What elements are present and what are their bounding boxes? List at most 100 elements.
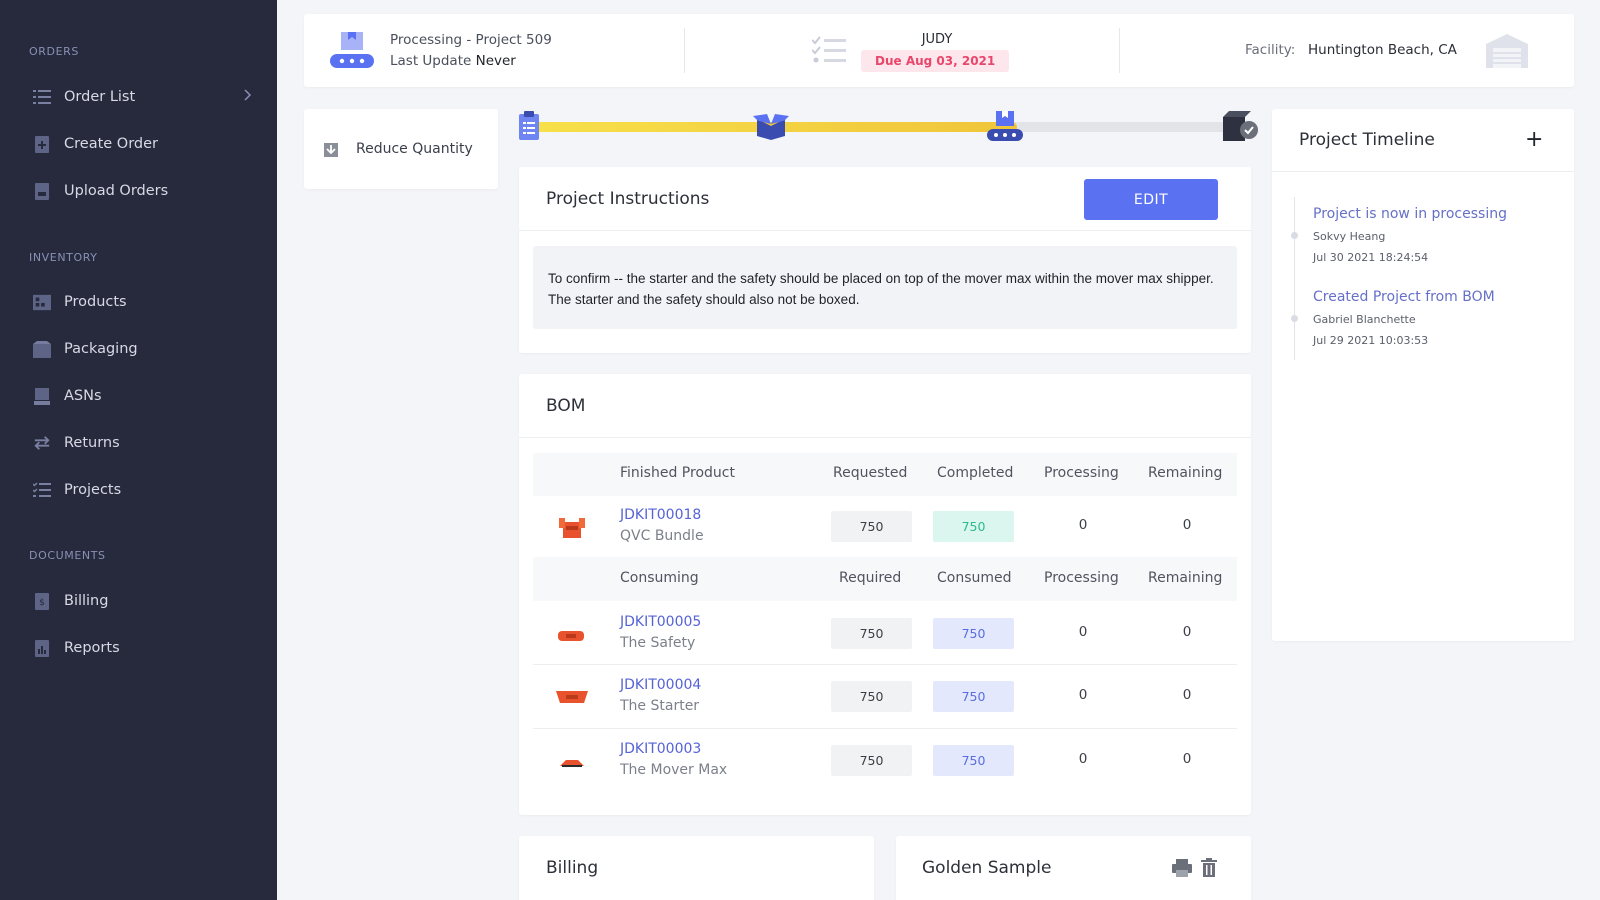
column-header: Processing: [1044, 570, 1119, 586]
project-header-card: Processing - Project 509 Last Update Nev…: [304, 14, 1574, 87]
card-divider: [519, 230, 1251, 231]
sidebar-item-billing[interactable]: $ Billing: [0, 583, 277, 619]
project-timeline-card: [1272, 109, 1574, 641]
sidebar-section-documents: DOCUMENTS: [29, 549, 106, 562]
sidebar-item-reports[interactable]: Reports: [0, 630, 277, 666]
warehouse-shelves-icon: [33, 293, 51, 311]
product-sku-link[interactable]: JDKIT00003: [620, 741, 701, 757]
timeline-event-title: Created Project from BOM: [1313, 289, 1495, 305]
bom-consuming-header-row: Consuming Required Consumed Processing R…: [533, 557, 1237, 601]
edit-instructions-button[interactable]: EDIT: [1084, 179, 1218, 220]
sidebar-item-packaging[interactable]: Packaging: [0, 331, 277, 367]
processing-value: 0: [1078, 751, 1088, 767]
required-value: 750: [831, 745, 912, 776]
consumed-value: 750: [933, 618, 1014, 649]
billing-document-icon: $: [33, 592, 51, 610]
timeline-dot: [1291, 315, 1298, 322]
timeline-event-title: Project is now in processing: [1313, 206, 1507, 222]
sidebar-section-inventory: INVENTORY: [29, 251, 98, 264]
svg-text:$: $: [39, 598, 45, 608]
sidebar-item-products[interactable]: Products: [0, 284, 277, 320]
project-instructions-title: Project Instructions: [546, 189, 710, 209]
table-row[interactable]: JDKIT00018 QVC Bundle 750 750 0 0: [533, 496, 1237, 556]
remaining-value: 0: [1182, 624, 1192, 640]
billing-title: Billing: [546, 858, 599, 878]
timeline-event-user: Sokvy Heang: [1313, 230, 1386, 243]
list-icon: [33, 88, 51, 106]
sidebar-item-asns[interactable]: ASNs: [0, 378, 277, 414]
sidebar-item-projects[interactable]: Projects: [0, 472, 277, 508]
product-sku-link[interactable]: JDKIT00018: [620, 507, 701, 523]
table-row[interactable]: JDKIT00004 The Starter 750 750 0 0: [533, 665, 1237, 728]
timeline-rail: [1294, 197, 1295, 360]
chevron-right-icon: [244, 89, 252, 105]
sidebar-item-label: Reports: [64, 640, 120, 656]
column-header: Consuming: [620, 570, 699, 586]
sidebar-item-label: Projects: [64, 482, 122, 498]
product-name: The Safety: [620, 635, 696, 651]
sidebar-item-label: Upload Orders: [64, 183, 169, 199]
project-status: Processing - Project 509: [390, 32, 552, 48]
add-timeline-entry-button[interactable]: +: [1525, 129, 1543, 151]
column-header: Required: [839, 570, 902, 586]
sidebar-item-order-list[interactable]: Order List: [0, 79, 277, 115]
warehouse-icon: [1486, 34, 1528, 72]
trash-icon[interactable]: [1201, 858, 1217, 881]
sidebar-item-upload-orders[interactable]: Upload Orders: [0, 173, 277, 209]
bom-title: BOM: [546, 396, 586, 416]
conveyor-box-icon: [987, 111, 1023, 147]
product-thumbnail: [560, 753, 584, 772]
report-chart-icon: [33, 639, 51, 657]
table-row[interactable]: JDKIT00005 The Safety 750 750 0 0: [533, 601, 1237, 664]
timeline-event-time: Jul 29 2021 10:03:53: [1313, 334, 1429, 347]
sidebar-item-returns[interactable]: Returns: [0, 425, 277, 461]
sidebar-item-label: Order List: [64, 89, 136, 105]
sidebar-item-label: Packaging: [64, 341, 138, 357]
completed-value: 750: [933, 511, 1014, 542]
product-sku-link[interactable]: JDKIT00005: [620, 614, 701, 630]
assignee-name: JUDY: [921, 32, 953, 47]
header-divider: [684, 28, 685, 73]
bom-finished-header-row: Finished Product Requested Completed Pro…: [533, 453, 1237, 496]
requested-value: 750: [831, 511, 912, 542]
product-name: QVC Bundle: [620, 528, 704, 544]
open-box-icon: [753, 114, 789, 144]
sidebar-section-orders: ORDERS: [29, 45, 79, 58]
document-plus-icon: [33, 135, 51, 153]
checklist-icon: [811, 36, 846, 68]
product-thumbnail: [556, 689, 588, 709]
download-arrow-icon: [324, 142, 338, 161]
remaining-value: 0: [1182, 751, 1192, 767]
reduce-quantity-label: Reduce Quantity: [356, 141, 473, 157]
header-divider: [1119, 28, 1120, 73]
card-divider: [519, 437, 1251, 438]
timeline-event-user: Gabriel Blanchette: [1313, 313, 1416, 326]
column-header: Finished Product: [620, 465, 735, 481]
card-divider: [1272, 171, 1574, 172]
instructions-text: To confirm -- the starter and the safety…: [533, 246, 1237, 329]
clipboard-icon: [518, 111, 540, 145]
column-header: Remaining: [1148, 465, 1223, 481]
processing-value: 0: [1078, 624, 1088, 640]
loading-dock-icon: [33, 387, 51, 405]
checklist-icon: [33, 481, 51, 499]
processing-value: 0: [1078, 687, 1088, 703]
reduce-quantity-button[interactable]: Reduce Quantity: [304, 109, 498, 189]
printer-icon[interactable]: [1172, 859, 1192, 881]
product-thumbnail: [558, 627, 584, 646]
sidebar-item-create-order[interactable]: Create Order: [0, 126, 277, 162]
conveyor-box-icon: [330, 32, 374, 74]
required-value: 750: [831, 618, 912, 649]
facility-label: Facility:: [1245, 42, 1296, 58]
column-header: Remaining: [1148, 570, 1223, 586]
remaining-value: 0: [1182, 687, 1192, 703]
product-sku-link[interactable]: JDKIT00004: [620, 677, 701, 693]
column-header: Requested: [833, 465, 908, 481]
golden-sample-title: Golden Sample: [922, 858, 1052, 878]
sidebar-item-label: Billing: [64, 593, 109, 609]
sidebar-item-label: ASNs: [64, 388, 102, 404]
facility-value: Huntington Beach, CA: [1308, 42, 1457, 58]
required-value: 750: [831, 681, 912, 712]
package-box-icon: [33, 340, 51, 358]
table-row[interactable]: JDKIT00003 The Mover Max 750 750 0 0: [533, 729, 1237, 792]
